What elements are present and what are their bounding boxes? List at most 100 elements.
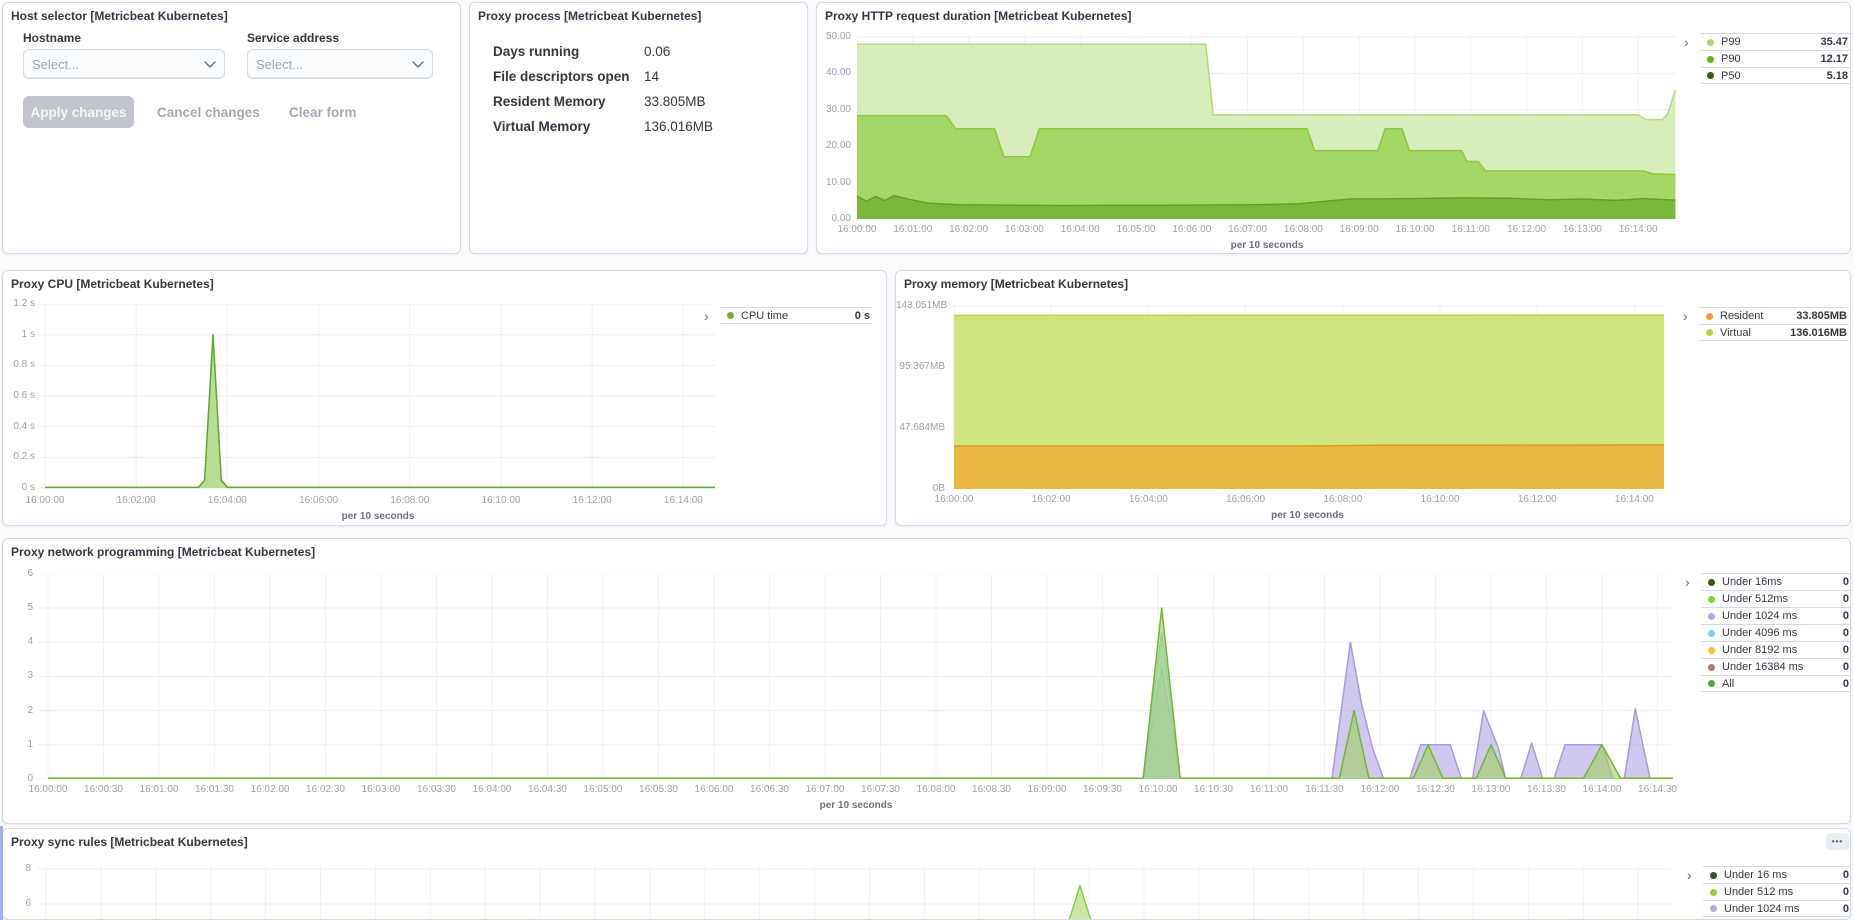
- legend-value: 0: [1843, 661, 1849, 673]
- metric-value: 33.805MB: [644, 94, 706, 109]
- chart-legend: Under 16ms0Under 512ms0Under 1024 ms0Und…: [1701, 573, 1851, 692]
- y-axis-tick-label: 2: [3, 705, 33, 716]
- legend-color-dot: [1710, 905, 1717, 912]
- y-axis-tick-label: 0.8 s: [3, 359, 35, 370]
- legend-color-dot: [727, 312, 734, 319]
- legend-item[interactable]: Under 16 ms0: [1703, 866, 1851, 883]
- legend-label: Under 1024 ms: [1722, 610, 1843, 622]
- legend-item[interactable]: Under 8192 ms0: [1701, 641, 1851, 658]
- metric-value: 14: [644, 69, 659, 84]
- legend-color-dot: [1710, 872, 1717, 879]
- memory-chart: 0B47.684MB95.367MB143.051MB16:00:0016:02…: [896, 271, 1850, 525]
- legend-collapse-icon[interactable]: ›: [704, 310, 709, 322]
- y-axis-tick-label: 30.00: [817, 104, 851, 115]
- legend-value: 0: [1843, 593, 1849, 605]
- left-scrollbar[interactable]: [0, 826, 3, 920]
- y-axis-tick-label: 40.00: [817, 67, 851, 78]
- metric-label: File descriptors open: [493, 69, 644, 84]
- metric-row: Virtual Memory136.016MB: [493, 119, 713, 134]
- x-axis-title: per 10 seconds: [756, 800, 956, 811]
- legend-item[interactable]: CPU time0 s: [720, 307, 872, 324]
- cancel-changes-button[interactable]: Cancel changes: [151, 96, 266, 128]
- legend-value: 0: [1843, 627, 1849, 639]
- legend-value: 0: [1843, 644, 1849, 656]
- panel-title: Proxy process [Metricbeat Kubernetes]: [478, 9, 701, 23]
- sync-plot-area: [37, 866, 1671, 920]
- y-axis-tick-label: 0 s: [3, 482, 35, 493]
- legend-item[interactable]: Under 16ms0: [1701, 573, 1851, 590]
- legend-label: Under 1024 ms: [1724, 903, 1843, 915]
- panel-proxy-process: Proxy process [Metricbeat Kubernetes] Da…: [469, 2, 808, 254]
- legend-label: CPU time: [741, 310, 855, 322]
- legend-value: 0 s: [855, 310, 870, 322]
- legend-item[interactable]: Under 512 ms0: [1703, 883, 1851, 900]
- legend-item[interactable]: Under 1024 ms0: [1703, 900, 1851, 917]
- legend-color-dot: [1707, 39, 1714, 46]
- legend-item[interactable]: Under 16384 ms0: [1701, 658, 1851, 675]
- legend-value: 0: [1843, 678, 1849, 690]
- legend-item[interactable]: P505.18: [1700, 67, 1850, 84]
- legend-label: P50: [1721, 70, 1827, 82]
- x-axis-tick-label: 16:00:00: [5, 495, 85, 506]
- legend-collapse-icon[interactable]: ›: [1684, 36, 1689, 48]
- clear-form-button[interactable]: Clear form: [283, 96, 363, 128]
- y-axis-tick-label: 0: [3, 773, 33, 784]
- metric-label: Resident Memory: [493, 94, 644, 109]
- legend-item[interactable]: All0: [1701, 675, 1851, 692]
- legend-collapse-icon[interactable]: ›: [1683, 310, 1688, 322]
- x-axis-tick-label: 16:14:00: [1594, 494, 1674, 505]
- x-axis-tick-label: 16:10:00: [461, 495, 541, 506]
- series-area-under-512ms: [48, 608, 1673, 779]
- legend-item[interactable]: Under 4096 ms0: [1701, 624, 1851, 641]
- legend-color-dot: [1707, 72, 1714, 79]
- legend-label: Under 16 ms: [1724, 869, 1843, 881]
- series-line-cpu-time: [45, 335, 715, 488]
- legend-collapse-icon[interactable]: ›: [1685, 576, 1690, 588]
- y-axis-tick-label: 1.2 s: [3, 298, 35, 309]
- legend-label: Under 4096 ms: [1722, 627, 1843, 639]
- x-axis-tick-label: 16:14:30: [1618, 784, 1698, 795]
- legend-value: 0: [1843, 610, 1849, 622]
- legend-label: Under 512ms: [1722, 593, 1843, 605]
- legend-color-dot: [1708, 664, 1715, 671]
- legend-item[interactable]: Under 512ms0: [1701, 590, 1851, 607]
- metric-row: Days running0.06: [493, 44, 670, 59]
- x-axis-tick-label: 16:12:00: [552, 495, 632, 506]
- x-axis-tick-label: 16:06:00: [1206, 494, 1286, 505]
- legend-item[interactable]: Under 1024 ms0: [1701, 607, 1851, 624]
- series-area-cpu-time: [45, 335, 715, 488]
- y-axis-tick-label: 6: [3, 568, 33, 579]
- y-axis-tick-label: 0.2 s: [3, 451, 35, 462]
- legend-item[interactable]: Resident33.805MB: [1699, 307, 1849, 324]
- legend-item[interactable]: Virtual136.016MB: [1699, 324, 1849, 341]
- legend-color-dot: [1706, 313, 1713, 320]
- y-axis-tick-label: 1: [3, 739, 33, 750]
- y-axis-tick-label: 0B: [896, 483, 945, 494]
- y-axis-tick-label: 8: [3, 863, 31, 874]
- panel-proxy-http-request-duration: Proxy HTTP request duration [Metricbeat …: [816, 2, 1851, 254]
- panel-proxy-sync-rules: Proxy sync rules [Metricbeat Kubernetes]…: [2, 828, 1851, 920]
- x-axis-tick-label: 16:12:00: [1497, 494, 1577, 505]
- sync-rules-chart: 86›Under 16 ms0Under 512 ms0Under 1024 m…: [3, 829, 1850, 919]
- y-axis-tick-label: 50.00: [817, 31, 851, 42]
- legend-value: 0: [1843, 886, 1849, 898]
- legend-collapse-icon[interactable]: ›: [1687, 869, 1692, 881]
- x-axis-tick-label: 16:02:00: [96, 495, 176, 506]
- y-axis-tick-label: 10.00: [817, 177, 851, 188]
- legend-color-dot: [1708, 579, 1715, 586]
- service-address-select-placeholder: Select...: [256, 57, 412, 72]
- legend-color-dot: [1708, 613, 1715, 620]
- hostname-select[interactable]: Select...: [23, 49, 225, 79]
- service-address-select[interactable]: Select...: [247, 49, 433, 79]
- chevron-down-icon: [204, 61, 216, 68]
- legend-item[interactable]: P9935.47: [1700, 33, 1850, 50]
- chart-legend: P9935.47P9012.17P505.18: [1700, 33, 1850, 84]
- x-axis-tick-label: 16:14:00: [1598, 224, 1678, 235]
- cpu-plot-area: [41, 304, 715, 490]
- y-axis-tick-label: 4: [3, 636, 33, 647]
- metric-row: File descriptors open14: [493, 69, 659, 84]
- legend-value: 136.016MB: [1790, 327, 1847, 339]
- legend-item[interactable]: P9012.17: [1700, 50, 1850, 67]
- apply-changes-button[interactable]: Apply changes: [23, 96, 134, 128]
- service-address-label: Service address: [247, 31, 339, 45]
